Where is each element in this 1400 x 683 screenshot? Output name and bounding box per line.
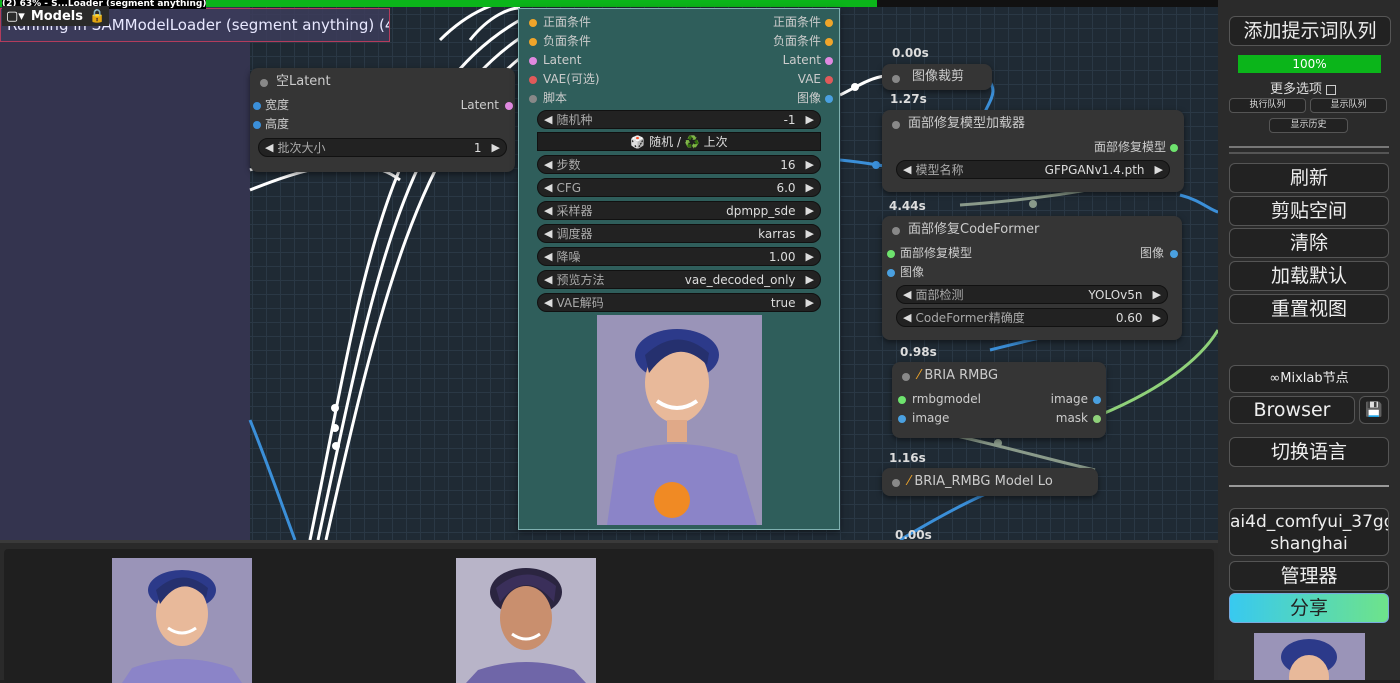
steps-widget[interactable]: ◀ 步数 16 ▶: [537, 155, 821, 174]
node-title: 图像裁剪: [882, 64, 992, 90]
input-width[interactable]: 宽度 Latent: [250, 96, 515, 115]
node-title: ⁄ BRIA RMBG: [892, 362, 1106, 390]
divider: [1229, 152, 1389, 154]
face-restore-loader-node[interactable]: 面部修复模型加载器 面部修复模型 ◀ 模型名称 GFPGANv1.4.pth ▶: [882, 110, 1184, 192]
switch-language-button[interactable]: 切换语言: [1229, 437, 1389, 467]
gallery-thumbnail[interactable]: [456, 558, 596, 683]
image-gallery: [0, 540, 1218, 683]
image-crop-node[interactable]: 图像裁剪: [882, 64, 992, 90]
lock-icon[interactable]: 🔒: [89, 9, 105, 24]
mixlab-nodes-button[interactable]: ∞Mixlab节点: [1229, 365, 1389, 393]
checkbox[interactable]: [1326, 84, 1337, 95]
bottom-time: 0.00s: [895, 528, 932, 540]
preview-image: [597, 315, 762, 525]
queue-progress-text: 100%: [1292, 57, 1327, 71]
portrait-illustration: [597, 315, 762, 525]
codeformer-time: 4.44s: [889, 199, 926, 213]
bria-time: 0.98s: [900, 345, 937, 359]
show-history-button[interactable]: 显示历史: [1269, 118, 1348, 133]
empty-latent-node[interactable]: 空Latent 宽度 Latent 高度 ◀ 批次大小 1 ▶: [250, 68, 515, 172]
exec-queue-button[interactable]: 执行队列: [1229, 98, 1306, 113]
model-name-widget[interactable]: ◀ 模型名称 GFPGANv1.4.pth ▶: [896, 160, 1170, 179]
divider: [1229, 485, 1389, 487]
queue-prompt-button[interactable]: 添加提示词队列: [1229, 16, 1391, 46]
codeformer-node[interactable]: 面部修复CodeFormer 面部修复模型 图像 图像 ◀ 面部检测 YOLOv5n ▶…: [882, 216, 1182, 340]
slot-rmbgmodel[interactable]: rmbgmodel image: [892, 390, 1106, 409]
bria-loader-node[interactable]: ⁄ BRIA_RMBG Model Lo: [882, 468, 1098, 496]
gallery-strip: [4, 549, 1214, 683]
crop-time: 0.00s: [892, 46, 929, 60]
bria-rmbg-node[interactable]: ⁄ BRIA RMBG rmbgmodel image image mask: [892, 362, 1106, 438]
fidelity-widget[interactable]: ◀ CodeFormer精确度 0.60 ▶: [896, 308, 1168, 327]
node-title: 空Latent: [250, 68, 515, 96]
show-queue-button[interactable]: 显示队列: [1310, 98, 1387, 113]
bria-loader-time: 1.16s: [889, 451, 926, 465]
user-name: ai4d_comfyui_37gg: [1230, 512, 1389, 532]
mini-toolbar: ▢▾ Models 🔒: [2, 6, 110, 26]
face-loader-time: 1.27s: [890, 92, 927, 106]
manager-button[interactable]: 管理器: [1229, 561, 1389, 591]
vae-decode-widget[interactable]: ◀ VAE解码 true ▶: [537, 293, 821, 312]
window-icon[interactable]: ▢▾: [6, 9, 25, 24]
input-image[interactable]: 图像: [882, 263, 1182, 282]
scheduler-widget[interactable]: ◀ 调度器 karras ▶: [537, 224, 821, 243]
brush-icon: ⁄: [908, 474, 911, 489]
output-face-model[interactable]: 面部修复模型: [882, 138, 1184, 157]
slot-vae[interactable]: VAE(可选) VAE: [519, 70, 839, 89]
slot-latent[interactable]: Latent Latent: [519, 51, 839, 70]
sampler-widget[interactable]: ◀ 采样器 dpmpp_sde ▶: [537, 201, 821, 220]
models-button[interactable]: Models: [31, 9, 83, 24]
share-button[interactable]: 分享: [1229, 593, 1389, 623]
save-icon[interactable]: 💾: [1359, 396, 1389, 424]
denoise-widget[interactable]: ◀ 降噪 1.00 ▶: [537, 247, 821, 266]
input-face-model[interactable]: 面部修复模型 图像: [882, 244, 1182, 263]
gallery-thumbnail[interactable]: [112, 558, 252, 683]
node-title: 面部修复模型加载器: [882, 110, 1184, 138]
batch-size-widget[interactable]: ◀ 批次大小 1 ▶: [258, 138, 507, 157]
node-title: ⁄ BRIA_RMBG Model Lo: [882, 468, 1098, 496]
preview-method-widget[interactable]: ◀ 预览方法 vae_decoded_only ▶: [537, 270, 821, 289]
sidebar-preview-thumbnail: [1254, 633, 1365, 680]
portrait-illustration: [456, 558, 596, 683]
load-default-button[interactable]: 加载默认: [1229, 261, 1389, 291]
input-height[interactable]: 高度: [250, 115, 515, 134]
browser-button[interactable]: Browser: [1229, 396, 1355, 424]
node-title: 面部修复CodeFormer: [882, 216, 1182, 244]
clipspace-button[interactable]: 剪贴空间: [1229, 196, 1389, 226]
slot-negative[interactable]: 负面条件 负面条件: [519, 32, 839, 51]
cfg-widget[interactable]: ◀ CFG 6.0 ▶: [537, 178, 821, 197]
slot-image[interactable]: image mask: [892, 409, 1106, 428]
seed-mode-button[interactable]: 🎲 随机 / ♻️ 上次: [537, 132, 821, 151]
more-options-toggle[interactable]: 更多选项: [1270, 78, 1337, 97]
face-detect-widget[interactable]: ◀ 面部检测 YOLOv5n ▶: [896, 285, 1168, 304]
refresh-button[interactable]: 刷新: [1229, 163, 1389, 193]
portrait-illustration: [1254, 633, 1365, 680]
ksampler-node[interactable]: 正面条件 正面条件 负面条件 负面条件 Latent Latent VAE(可选) VA…: [518, 8, 840, 530]
node-canvas[interactable]: Running in SAMModelLoader (segment anyth…: [0, 0, 1218, 540]
portrait-illustration: [112, 558, 252, 683]
seed-widget[interactable]: ◀ 随机种 -1 ▶: [537, 110, 821, 129]
sidebar-menu: 添加提示词队列 100% 更多选项 执行队列 显示队列 显示历史 刷新 剪贴空间…: [1218, 0, 1400, 680]
reset-view-button[interactable]: 重置视图: [1229, 294, 1389, 324]
clear-button[interactable]: 清除: [1229, 228, 1389, 258]
slot-positive[interactable]: 正面条件 正面条件: [519, 13, 839, 32]
divider: [1229, 146, 1389, 148]
queue-progress-bar: 100%: [1238, 55, 1381, 73]
user-location: shanghai: [1270, 534, 1348, 554]
user-account-button[interactable]: ai4d_comfyui_37gg shanghai: [1229, 508, 1389, 556]
slot-script[interactable]: 脚本 图像: [519, 89, 839, 108]
brush-icon: ⁄: [918, 368, 921, 383]
